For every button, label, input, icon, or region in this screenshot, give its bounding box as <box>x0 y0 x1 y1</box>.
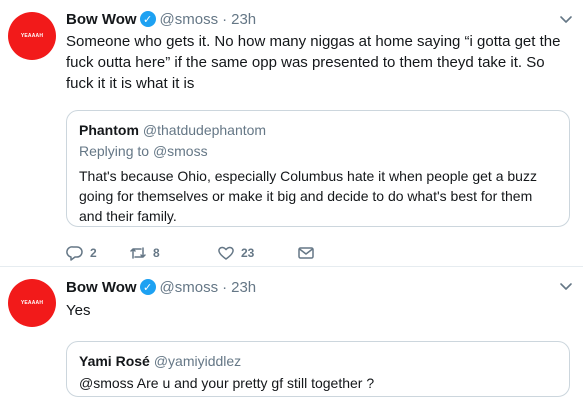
avatar-text-line-2: YEAAAH <box>20 300 44 306</box>
avatar-text-line-2: YEAAAH <box>20 33 44 39</box>
quoted-tweet-text: That's because Ohio, especially Columbus… <box>79 168 537 224</box>
tweet-actions: 2 8 23 <box>66 243 315 263</box>
separator: · <box>222 278 228 296</box>
timestamp[interactable]: 23h <box>231 11 256 28</box>
tweet[interactable]: YEAAAH Bow Wow ✓ @smoss · 23h Someone wh… <box>0 0 583 267</box>
tweet[interactable]: YEAAAH Bow Wow ✓ @smoss · 23h Yes Yami R… <box>0 267 583 400</box>
retweet-icon <box>130 247 146 259</box>
retweet-button[interactable]: 8 <box>129 244 217 262</box>
verified-icon: ✓ <box>139 11 156 27</box>
retweet-count: 8 <box>153 246 160 260</box>
quoted-tweet[interactable]: Yami Rosé @yamiyiddlez @smoss Are u and … <box>66 341 570 397</box>
quoted-display-name: Phantom <box>79 122 139 138</box>
caret-down-icon[interactable] <box>559 279 573 293</box>
tweet-text: Someone who gets it. No how many niggas … <box>66 33 561 92</box>
like-button[interactable]: 23 <box>217 244 297 262</box>
reply-button[interactable]: 2 <box>66 244 121 262</box>
like-icon <box>218 246 234 260</box>
replying-to: Replying to @smoss <box>79 143 557 159</box>
verified-icon: ✓ <box>139 279 156 295</box>
avatar[interactable]: YEAAAH <box>8 279 56 327</box>
user-handle[interactable]: @smoss <box>160 279 219 296</box>
user-handle[interactable]: @smoss <box>160 11 219 28</box>
like-count: 23 <box>241 246 255 260</box>
separator: · <box>222 10 228 28</box>
replying-to-prefix: Replying to <box>79 143 150 159</box>
quoted-tweet-text: @smoss Are u and your pretty gf still to… <box>79 375 375 391</box>
replying-to-handle: @smoss <box>152 143 208 159</box>
quoted-tweet-header: Yami Rosé @yamiyiddlez <box>79 352 557 370</box>
direct-message-button[interactable] <box>297 244 315 262</box>
quoted-tweet-header: Phantom @thatdudephantom <box>79 121 557 139</box>
message-icon <box>298 247 314 259</box>
tweet-header: Bow Wow ✓ @smoss · 23h <box>66 9 256 29</box>
avatar[interactable]: YEAAAH <box>8 12 56 60</box>
reply-count: 2 <box>90 246 97 260</box>
tweet-header: Bow Wow ✓ @smoss · 23h <box>66 277 256 297</box>
tweet-text: Yes <box>66 302 91 319</box>
quoted-tweet[interactable]: Phantom @thatdudephantom Replying to @sm… <box>66 110 570 227</box>
display-name[interactable]: Bow Wow <box>66 11 137 28</box>
display-name[interactable]: Bow Wow <box>66 279 137 296</box>
quoted-user-handle: @thatdudephantom <box>142 122 267 138</box>
quoted-display-name: Yami Rosé <box>79 353 150 369</box>
quoted-user-handle: @yamiyiddlez <box>153 353 242 369</box>
timestamp[interactable]: 23h <box>231 279 256 296</box>
caret-down-icon[interactable] <box>559 12 573 26</box>
reply-icon <box>66 246 83 261</box>
